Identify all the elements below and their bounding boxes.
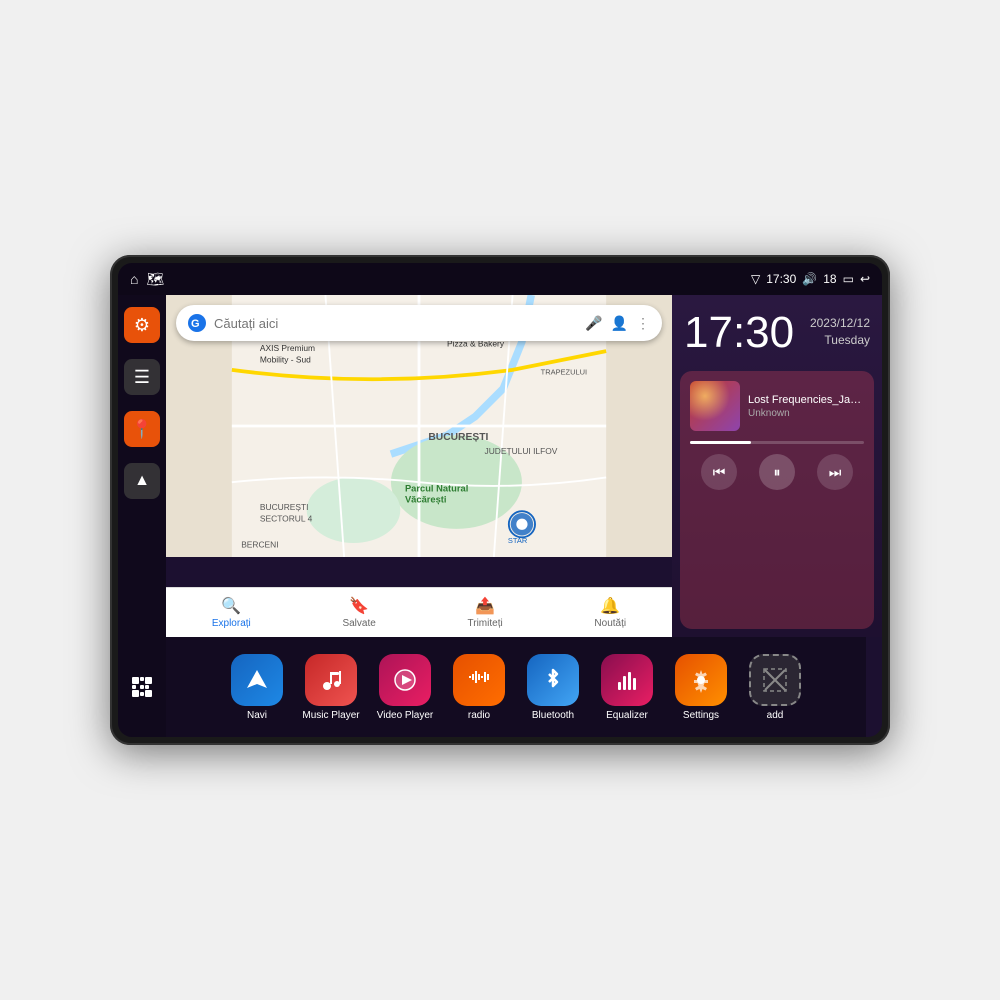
equalizer-icon — [601, 654, 653, 706]
status-time: 17:30 — [766, 272, 796, 286]
svg-text:G: G — [191, 318, 200, 330]
bluetooth-label: Bluetooth — [532, 710, 574, 721]
svg-text:JUDEȚULUI ILFOV: JUDEȚULUI ILFOV — [485, 446, 558, 456]
equalizer-label: Equalizer — [606, 710, 648, 721]
map-search-input[interactable] — [214, 316, 585, 331]
sidebar-navigation-icon[interactable]: ▲ — [124, 463, 160, 499]
svg-text:AXIS Premium: AXIS Premium — [260, 343, 315, 353]
bottom-bar: Navi Music Pl — [118, 637, 882, 737]
wifi-icon: ▽ — [751, 272, 760, 286]
app-grid: Navi Music Pl — [222, 654, 810, 721]
music-title: Lost Frequencies_Janie... — [748, 394, 864, 406]
map-search-bar[interactable]: G 🎤 👤 ⋮ — [176, 305, 662, 341]
music-controls: ⏮ ⏸ ⏭ — [690, 454, 864, 490]
settings-icon — [675, 654, 727, 706]
clock-section: 17:30 2023/12/12 Tuesday — [672, 295, 882, 367]
device-screen: ⌂ 🗺 ▽ 17:30 🔊 18 ▭ ↩ ⚙ ☰ — [118, 263, 882, 737]
app-add[interactable]: add — [740, 654, 810, 721]
music-artist: Unknown — [748, 408, 864, 419]
menu-dots-icon[interactable]: ⋮ — [636, 315, 650, 332]
map-nav-send[interactable]: 📤 Trimiteți — [468, 596, 503, 629]
app-music-player[interactable]: Music Player — [296, 654, 366, 721]
map-search-icons: 🎤 👤 ⋮ — [585, 315, 650, 332]
device: ⌂ 🗺 ▽ 17:30 🔊 18 ▭ ↩ ⚙ ☰ — [110, 255, 890, 745]
radio-icon — [453, 654, 505, 706]
status-left: ⌂ 🗺 — [130, 271, 164, 288]
navi-label: Navi — [247, 710, 267, 721]
svg-text:BUCUREȘTI: BUCUREȘTI — [428, 432, 488, 443]
google-maps-icon: G — [188, 314, 206, 332]
mic-icon[interactable]: 🎤 — [585, 315, 602, 332]
apps-grid-button[interactable] — [118, 637, 166, 737]
center-map-area: AXIS Premium Mobility - Sud Pizza & Bake… — [166, 295, 672, 637]
battery-icon: ▭ — [843, 272, 854, 286]
music-info: Lost Frequencies_Janie... Unknown — [748, 394, 864, 419]
status-bar: ⌂ 🗺 ▽ 17:30 🔊 18 ▭ ↩ — [118, 263, 882, 295]
map-container[interactable]: AXIS Premium Mobility - Sud Pizza & Bake… — [166, 295, 672, 557]
music-prev-button[interactable]: ⏮ — [701, 454, 737, 490]
map-bottom-nav: 🔍 Explorați 🔖 Salvate 📤 Trimiteți 🔔 Nout… — [166, 587, 672, 637]
map-icon[interactable]: 🗺 — [146, 271, 164, 288]
svg-text:BUCUREȘTI: BUCUREȘTI — [260, 502, 309, 512]
app-bluetooth[interactable]: Bluetooth — [518, 654, 588, 721]
add-label: add — [767, 710, 784, 721]
clock-time: 17:30 — [684, 311, 794, 355]
music-player-icon — [305, 654, 357, 706]
app-equalizer[interactable]: Equalizer — [592, 654, 662, 721]
svg-text:BERCENI: BERCENI — [241, 540, 278, 550]
map-nav-news[interactable]: 🔔 Noutăți — [594, 596, 626, 629]
status-right: ▽ 17:30 🔊 18 ▭ ↩ — [751, 272, 870, 286]
sidebar-settings-icon[interactable]: ⚙ — [124, 307, 160, 343]
app-navi[interactable]: Navi — [222, 654, 292, 721]
app-video-player[interactable]: Video Player — [370, 654, 440, 721]
music-pause-button[interactable]: ⏸ — [759, 454, 795, 490]
video-player-label: Video Player — [377, 710, 434, 721]
clock-date: 2023/12/12 Tuesday — [810, 311, 870, 349]
grid-icon — [130, 675, 154, 699]
svg-text:Văcărești: Văcărești — [405, 495, 447, 505]
music-now-playing: Lost Frequencies_Janie... Unknown — [690, 381, 864, 431]
main-area: ⚙ ☰ 📍 ▲ — [118, 295, 882, 637]
battery-level: 18 — [823, 272, 836, 286]
music-progress-bar[interactable] — [690, 441, 864, 444]
home-icon[interactable]: ⌂ — [130, 271, 138, 287]
add-icon — [749, 654, 801, 706]
app-radio[interactable]: radio — [444, 654, 514, 721]
right-panel: 17:30 2023/12/12 Tuesday Lost Frequencie… — [672, 295, 882, 637]
music-card: Lost Frequencies_Janie... Unknown ⏮ ⏸ — [680, 371, 874, 629]
svg-text:Mobility - Sud: Mobility - Sud — [260, 354, 311, 364]
account-icon[interactable]: 👤 — [611, 315, 628, 332]
app-settings[interactable]: Settings — [666, 654, 736, 721]
music-player-label: Music Player — [302, 710, 359, 721]
radio-label: radio — [468, 710, 490, 721]
album-art — [690, 381, 740, 431]
sidebar-location-icon[interactable]: 📍 — [124, 411, 160, 447]
sidebar-archive-icon[interactable]: ☰ — [124, 359, 160, 395]
settings-label: Settings — [683, 710, 719, 721]
music-next-button[interactable]: ⏭ — [817, 454, 853, 490]
svg-text:Parcul Natural: Parcul Natural — [405, 484, 468, 494]
svg-text:STAR: STAR — [508, 536, 528, 545]
music-progress-fill — [690, 441, 751, 444]
svg-text:TRAPEZULUI: TRAPEZULUI — [541, 368, 587, 377]
volume-icon: 🔊 — [802, 272, 817, 286]
left-sidebar: ⚙ ☰ 📍 ▲ — [118, 295, 166, 637]
bluetooth-icon — [527, 654, 579, 706]
navi-icon — [231, 654, 283, 706]
map-nav-saved[interactable]: 🔖 Salvate — [342, 596, 375, 629]
video-player-icon — [379, 654, 431, 706]
map-nav-explore[interactable]: 🔍 Explorați — [212, 596, 251, 629]
back-icon[interactable]: ↩ — [860, 272, 870, 286]
svg-text:SECTORUL 4: SECTORUL 4 — [260, 513, 313, 523]
app-grid-container: Navi Music Pl — [166, 637, 866, 737]
